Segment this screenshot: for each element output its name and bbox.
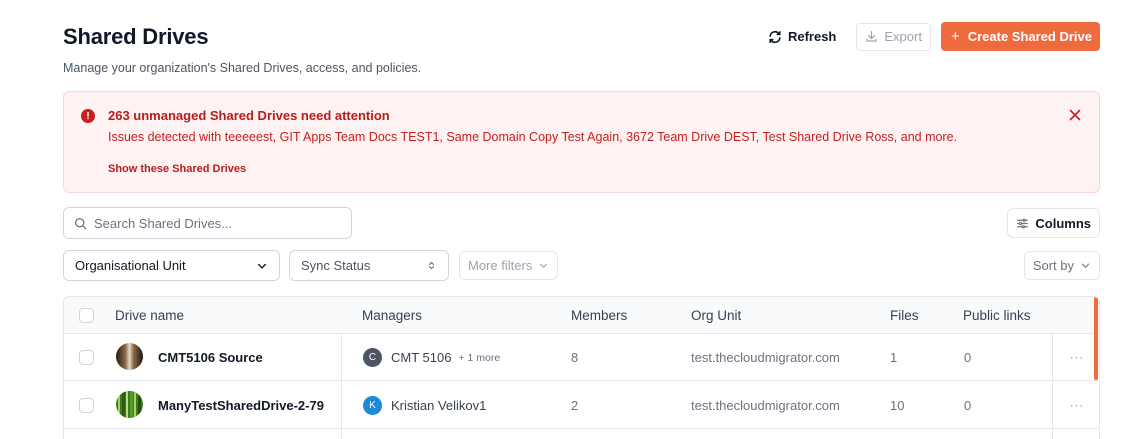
drive-name[interactable]: CMT5106 Source	[158, 334, 263, 381]
sync-status-select[interactable]: Sync Status	[289, 250, 449, 281]
chevron-down-icon	[257, 263, 267, 269]
avatar: K	[363, 396, 382, 415]
columns-button[interactable]: Columns	[1007, 208, 1100, 238]
files-count: 10	[890, 398, 905, 413]
alert-title: 263 unmanaged Shared Drives need attenti…	[108, 108, 390, 123]
refresh-icon	[769, 30, 781, 43]
sliders-icon	[1017, 218, 1029, 228]
alert-body: Issues detected with teeeeest, GIT Apps …	[108, 130, 958, 144]
export-button[interactable]: Export	[856, 22, 931, 51]
sort-by-button[interactable]: Sort by	[1023, 251, 1100, 280]
org-unit: test.thecloudmigrator.com	[691, 350, 840, 365]
drive-name[interactable]: ManyTestSharedDrive-2-79	[158, 382, 324, 429]
table-header: Drive name Managers Members Org Unit Fil…	[64, 297, 1099, 334]
members-count: 2	[571, 398, 579, 413]
more-managers[interactable]: + 1 more	[458, 352, 500, 364]
manager-name: CMT 5106	[391, 350, 452, 365]
page-subtitle: Manage your organization's Shared Drives…	[63, 61, 422, 75]
header-files[interactable]: Files	[890, 297, 919, 334]
files-count: 1	[890, 350, 898, 365]
table-row[interactable]: ManyTestSharedDrive-2-79 K Kristian Veli…	[64, 382, 1099, 429]
public-links-count: 0	[964, 398, 972, 413]
sync-status-label: Sync Status	[301, 258, 371, 273]
unmanaged-drives-alert: ! 263 unmanaged Shared Drives need atten…	[63, 91, 1100, 193]
managers-cell: C CMT 5106 + 1 more	[363, 334, 500, 381]
row-checkbox[interactable]	[79, 398, 94, 413]
alert-circle-icon: !	[81, 109, 95, 123]
header-public-links[interactable]: Public links	[963, 297, 1031, 334]
shared-drives-table: Drive name Managers Members Org Unit Fil…	[63, 296, 1100, 439]
more-filters-label: More filters	[468, 258, 533, 273]
chevron-down-icon	[540, 263, 548, 268]
header-members[interactable]: Members	[571, 297, 627, 334]
show-drives-link[interactable]: Show these Shared Drives	[108, 163, 246, 175]
download-icon	[866, 31, 877, 42]
search-box	[63, 207, 352, 239]
create-shared-drive-button[interactable]: + Create Shared Drive	[940, 22, 1100, 51]
search-icon	[74, 217, 87, 229]
refresh-label: Refresh	[787, 29, 837, 44]
page-title: Shared Drives	[63, 24, 209, 49]
drive-thumbnail	[116, 391, 143, 418]
create-label: Create Shared Drive	[967, 29, 1092, 44]
row-menu-button[interactable]: ···	[1070, 382, 1084, 429]
header-actions: Refresh Export + Create Shared Drive	[758, 22, 1100, 51]
columns-label: Columns	[1035, 215, 1091, 231]
search-input[interactable]	[94, 215, 334, 231]
drive-thumbnail	[116, 343, 143, 370]
header-managers[interactable]: Managers	[362, 297, 422, 334]
scrollbar-thumb[interactable]	[1094, 297, 1098, 380]
org-unit-select[interactable]: Organisational Unit	[63, 250, 280, 281]
chevron-up-down-icon	[428, 261, 435, 270]
chevron-down-icon	[1081, 263, 1090, 268]
row-checkbox[interactable]	[79, 350, 94, 365]
org-unit: test.thecloudmigrator.com	[691, 398, 840, 413]
header-org-unit[interactable]: Org Unit	[691, 297, 741, 334]
org-unit-label: Organisational Unit	[75, 258, 186, 273]
avatar: C	[363, 348, 382, 367]
refresh-button[interactable]: Refresh	[758, 22, 846, 51]
plus-icon: +	[950, 28, 960, 45]
header-drive-name[interactable]: Drive name	[115, 297, 184, 334]
table-row[interactable]: CMT5106 Source C CMT 5106 + 1 more 8 tes…	[64, 334, 1099, 381]
select-all-checkbox[interactable]	[79, 308, 94, 323]
export-label: Export	[884, 29, 922, 44]
row-menu-button[interactable]: ···	[1070, 334, 1084, 381]
close-icon[interactable]	[1067, 107, 1083, 123]
public-links-count: 0	[964, 350, 972, 365]
more-filters-button[interactable]: More filters	[459, 251, 559, 280]
managers-cell: K Kristian Velikov1	[363, 382, 486, 429]
sort-by-label: Sort by	[1032, 258, 1074, 273]
manager-name: Kristian Velikov1	[391, 398, 487, 413]
members-count: 8	[571, 350, 579, 365]
